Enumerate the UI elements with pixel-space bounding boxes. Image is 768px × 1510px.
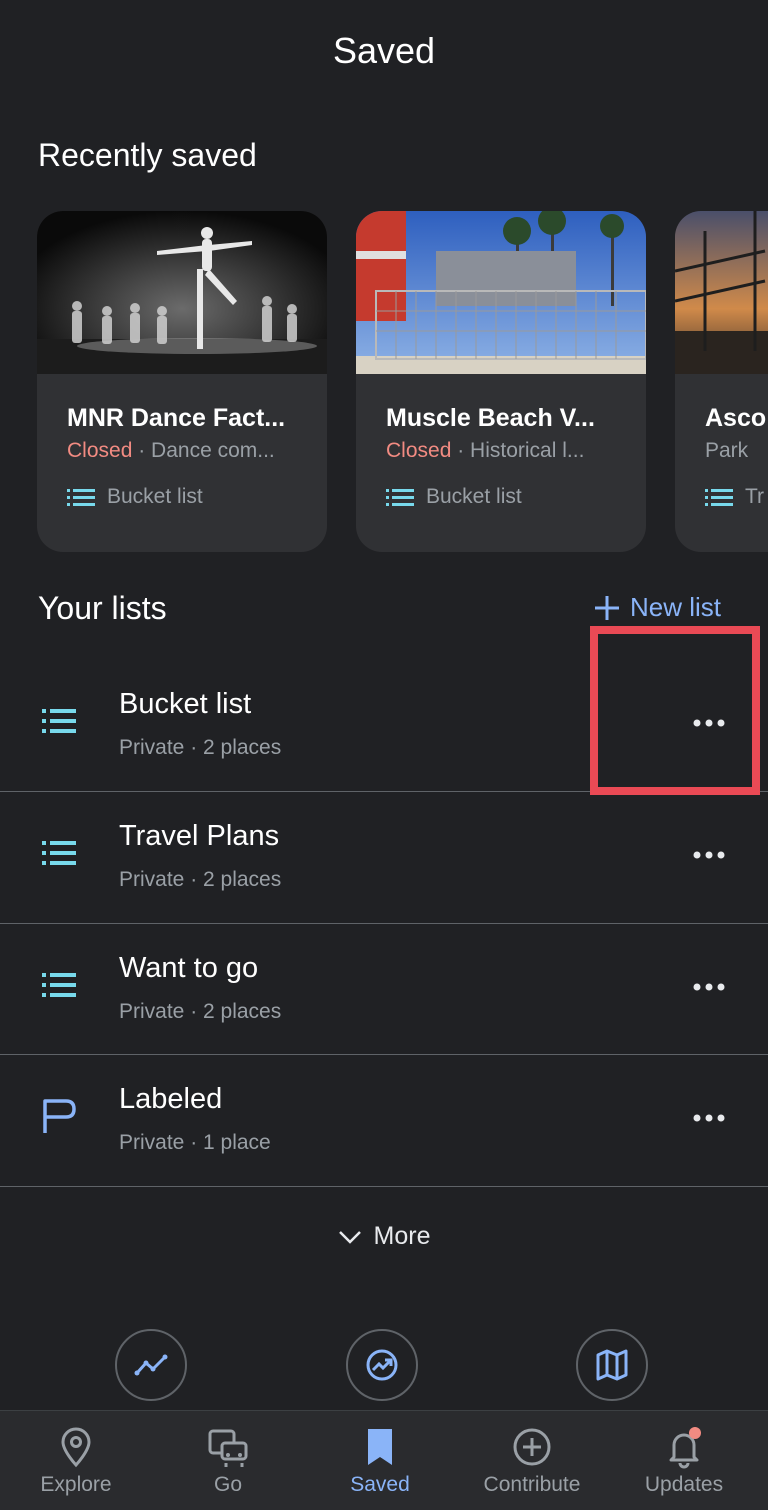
list-row-want-to-go[interactable]: Want to go Private · 2 places xyxy=(0,924,768,1055)
more-options-icon[interactable] xyxy=(686,708,732,738)
card-list-name: Bucket list xyxy=(426,485,522,508)
nav-label: Explore xyxy=(40,1473,112,1496)
nav-explore[interactable]: Explore xyxy=(0,1411,152,1510)
list-icon xyxy=(42,973,76,997)
nav-saved[interactable]: Saved xyxy=(304,1411,456,1510)
list-meta: Private · 2 places xyxy=(119,868,282,891)
saved-screen: Saved Recently saved MNR Dance Fact... C… xyxy=(0,0,768,1510)
dance-photo xyxy=(37,211,327,374)
list-row-travel-plans[interactable]: Travel Plans Private · 2 places xyxy=(0,792,768,923)
page-title: Saved xyxy=(332,30,436,71)
closed-status: Closed xyxy=(67,439,133,462)
commute-icon xyxy=(208,1429,248,1467)
nav-label: Saved xyxy=(350,1473,410,1496)
bottom-navigation: Explore Go Saved Contribute Updates xyxy=(0,1410,768,1510)
list-meta: Private · 2 places xyxy=(119,736,282,759)
list-icon xyxy=(42,709,76,733)
more-options-icon[interactable] xyxy=(686,972,732,1002)
more-options-icon[interactable] xyxy=(686,1103,732,1133)
plus-icon xyxy=(595,595,619,620)
map-icon xyxy=(596,1349,628,1381)
list-row-labeled[interactable]: Labeled Private · 1 place xyxy=(0,1055,768,1186)
divider xyxy=(0,1186,768,1187)
list-icon xyxy=(67,489,95,506)
new-list-button[interactable]: New list xyxy=(594,592,721,623)
timeline-icon xyxy=(134,1354,168,1376)
nav-updates[interactable]: Updates xyxy=(608,1411,760,1510)
card-list-tag: Bucket list xyxy=(386,485,630,509)
recently-saved-heading: Recently saved xyxy=(38,137,257,173)
list-name: Bucket list xyxy=(119,688,252,720)
card-list-name: Tr xyxy=(745,485,765,508)
add-circle-icon xyxy=(513,1428,551,1466)
list-icon xyxy=(705,489,733,506)
list-name: Want to go xyxy=(119,952,259,984)
new-list-label: New list xyxy=(630,592,722,622)
recent-card-ascot-park[interactable]: Asco Park Tr xyxy=(675,211,768,552)
card-list-tag: Tr xyxy=(705,485,768,509)
card-category: Historical l... xyxy=(470,439,585,462)
your-lists-heading: Your lists xyxy=(38,590,167,626)
nav-label: Go xyxy=(213,1473,242,1496)
trending-circle-icon xyxy=(366,1349,398,1381)
list-name: Labeled xyxy=(119,1083,223,1115)
bell-icon xyxy=(669,1427,701,1469)
card-list-tag: Bucket list xyxy=(67,485,311,509)
card-category: Park xyxy=(705,439,749,462)
list-meta: Private · 1 place xyxy=(119,1131,271,1154)
bookmark-icon xyxy=(368,1429,392,1465)
insights-button[interactable] xyxy=(346,1329,418,1401)
card-place-name: Asco xyxy=(705,404,767,432)
list-icon xyxy=(386,489,414,506)
nav-label: Updates xyxy=(644,1473,724,1496)
location-pin-icon xyxy=(61,1427,91,1468)
closed-status: Closed xyxy=(386,439,452,462)
list-name: Travel Plans xyxy=(119,820,280,852)
list-row-bucket-list[interactable]: Bucket list Private · 2 places xyxy=(0,660,768,791)
card-category: Dance com... xyxy=(151,439,275,462)
card-status-line: Closed · Historical l... xyxy=(386,439,585,462)
list-meta: Private · 2 places xyxy=(119,1000,282,1023)
list-icon xyxy=(42,841,76,865)
nav-label: Contribute xyxy=(483,1473,581,1496)
more-options-icon[interactable] xyxy=(686,840,732,870)
muscle-beach-photo xyxy=(356,211,646,374)
card-list-name: Bucket list xyxy=(107,485,203,508)
recent-card-muscle-beach[interactable]: Muscle Beach V... Closed · Historical l.… xyxy=(356,211,646,552)
card-status-line: Park xyxy=(705,439,768,463)
card-place-name: Muscle Beach V... xyxy=(386,404,595,432)
nav-go[interactable]: Go xyxy=(152,1411,304,1510)
nav-contribute[interactable]: Contribute xyxy=(456,1411,608,1510)
more-label: More xyxy=(373,1222,431,1250)
card-place-name: MNR Dance Fact... xyxy=(67,404,286,432)
chevron-down-icon xyxy=(338,1230,361,1244)
more-button[interactable]: More xyxy=(0,1222,768,1251)
maps-button[interactable] xyxy=(576,1329,648,1401)
recent-card-dance-factory[interactable]: MNR Dance Fact... Closed · Dance com... … xyxy=(37,211,327,552)
park-photo xyxy=(675,211,768,374)
card-status-line: Closed · Dance com... xyxy=(67,439,275,462)
timeline-button[interactable] xyxy=(115,1329,187,1401)
label-flag-icon xyxy=(43,1099,76,1133)
